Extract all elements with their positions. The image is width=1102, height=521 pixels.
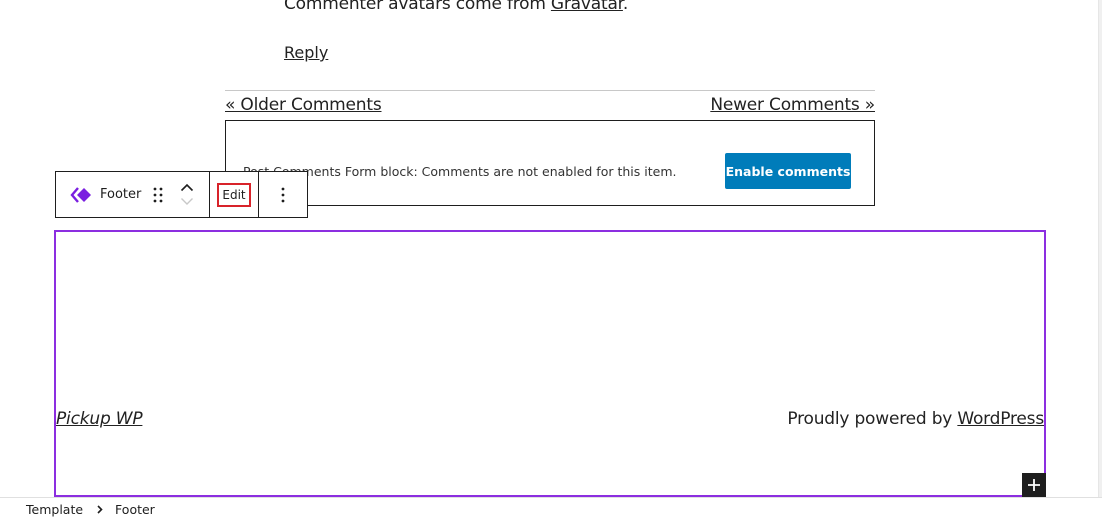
post-comments-form-block[interactable]: Post Comments Form block: Comments are n…	[225, 120, 875, 206]
block-toolbar-block-group: Footer	[56, 172, 210, 217]
more-vertical-icon	[281, 187, 285, 202]
avatars-notice-suffix: .	[622, 0, 629, 14]
footer-template-part[interactable]: Pickup WP Proudly powered by WordPress	[54, 230, 1046, 497]
breadcrumb-item-footer[interactable]: Footer	[115, 502, 155, 517]
move-down-button[interactable]	[179, 195, 195, 209]
newer-comments-link[interactable]: Newer Comments »	[710, 95, 875, 115]
edit-button[interactable]: Edit	[217, 182, 251, 207]
powered-by-text: Proudly powered by WordPress	[787, 409, 1044, 429]
editor-canvas: Commenter avatars come from Gravatar. Re…	[0, 0, 1098, 497]
block-movers	[175, 181, 199, 209]
chevron-right-icon	[97, 505, 103, 514]
chevron-up-icon	[181, 183, 194, 192]
drag-handle-icon[interactable]	[151, 185, 165, 205]
wordpress-link[interactable]: WordPress	[957, 409, 1044, 429]
block-type-label: Footer	[100, 187, 142, 202]
more-options-button[interactable]	[271, 183, 295, 207]
block-toolbar: Footer Edit	[55, 171, 308, 218]
block-toolbar-edit-group: Edit	[210, 172, 259, 217]
add-block-button[interactable]	[1022, 473, 1046, 497]
plus-icon	[1028, 479, 1040, 491]
breadcrumb-item-template[interactable]: Template	[26, 502, 83, 517]
canvas-scrollbar[interactable]	[1098, 0, 1102, 497]
move-up-button[interactable]	[179, 181, 195, 195]
chevron-down-icon	[181, 198, 194, 205]
older-comments-link[interactable]: « Older Comments	[225, 95, 382, 115]
template-part-icon[interactable]	[69, 185, 93, 205]
reply-link[interactable]: Reply	[284, 43, 328, 62]
gravatar-link[interactable]: Gravatar	[551, 0, 623, 14]
avatars-notice: Commenter avatars come from Gravatar.	[284, 0, 628, 14]
comments-pagination: « Older Comments Newer Comments »	[225, 90, 875, 120]
site-title-link[interactable]: Pickup WP	[56, 409, 143, 429]
avatars-notice-text: Commenter avatars come from	[284, 0, 551, 14]
enable-comments-button[interactable]: Enable comments	[725, 153, 851, 189]
powered-by-label: Proudly powered by	[787, 409, 958, 429]
comments-disabled-message: Post Comments Form block: Comments are n…	[243, 164, 677, 179]
block-toolbar-options-group	[259, 172, 307, 217]
breadcrumb: Template Footer	[0, 497, 1102, 521]
